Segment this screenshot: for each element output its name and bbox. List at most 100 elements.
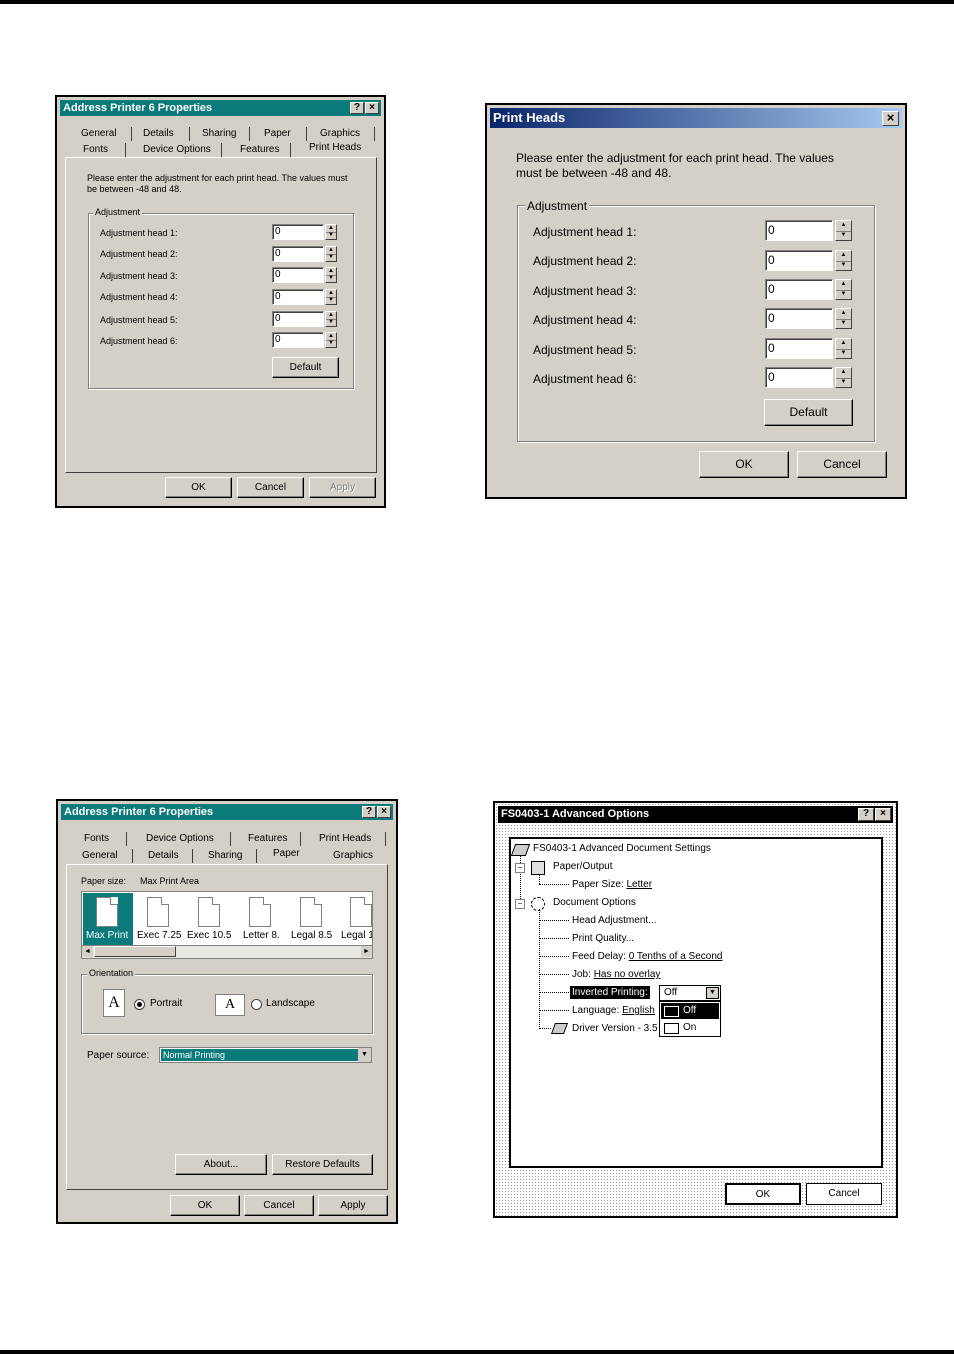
tab-print-heads[interactable]: Print Heads	[319, 832, 386, 846]
tree-head-adjustment[interactable]: Head Adjustment...	[572, 915, 657, 926]
help-button[interactable]: ?	[858, 808, 874, 821]
restore-defaults-button[interactable]: Restore Defaults	[272, 1154, 373, 1175]
head5-spinner[interactable]: ▲ ▼	[835, 338, 852, 359]
tree-inverted-printing[interactable]: Inverted Printing:	[570, 986, 650, 999]
tab-general[interactable]: General	[82, 849, 133, 863]
cancel-button[interactable]: Cancel	[244, 1195, 314, 1216]
landscape-radio[interactable]	[251, 999, 262, 1010]
spin-down-icon[interactable]: ▼	[836, 261, 851, 271]
paper-size-value[interactable]: Letter	[626, 879, 652, 890]
close-button[interactable]: ×	[365, 102, 379, 114]
close-button[interactable]: ×	[377, 806, 391, 818]
language-value[interactable]: English	[622, 1005, 655, 1016]
cancel-button[interactable]: Cancel	[797, 451, 887, 478]
head3-spinner[interactable]: ▲ ▼	[835, 279, 852, 300]
spin-down-icon[interactable]: ▼	[836, 290, 851, 300]
tab-details[interactable]: Details	[148, 849, 193, 863]
spin-down-icon[interactable]: ▼	[326, 340, 336, 347]
default-button[interactable]: Default	[764, 399, 853, 426]
head4-input[interactable]: 0	[765, 308, 833, 329]
option-off[interactable]: Off	[661, 1003, 719, 1019]
tree-feed-delay[interactable]: Feed Delay: 0 Tenths of a Second	[572, 951, 722, 962]
portrait-radio[interactable]	[134, 999, 145, 1010]
head4-spinner[interactable]: ▲ ▼	[325, 289, 337, 305]
ok-button[interactable]: OK	[699, 451, 789, 478]
tree-paper-size[interactable]: Paper Size: Letter	[572, 879, 652, 890]
spin-down-icon[interactable]: ▼	[836, 349, 851, 359]
head4-spinner[interactable]: ▲ ▼	[835, 308, 852, 329]
tab-graphics[interactable]: Graphics	[320, 127, 375, 141]
ok-button[interactable]: OK	[725, 1183, 801, 1205]
head2-spinner[interactable]: ▲ ▼	[325, 246, 337, 262]
tab-paper[interactable]: Paper	[273, 847, 300, 861]
horizontal-scrollbar[interactable]: ◄ ►	[82, 945, 372, 958]
tab-features[interactable]: Features	[240, 143, 291, 157]
scroll-left-icon[interactable]: ◄	[82, 946, 93, 957]
head4-input[interactable]: 0	[272, 289, 324, 305]
tab-general[interactable]: General	[81, 127, 132, 141]
head6-input[interactable]: 0	[765, 367, 833, 388]
head6-spinner[interactable]: ▲ ▼	[325, 332, 337, 348]
ok-button[interactable]: OK	[165, 477, 232, 498]
spin-down-icon[interactable]: ▼	[326, 297, 336, 304]
apply-button[interactable]: Apply	[309, 477, 376, 498]
help-button[interactable]: ?	[350, 102, 364, 114]
tree-paper-output[interactable]: Paper/Output	[553, 861, 612, 872]
tab-details[interactable]: Details	[143, 127, 190, 141]
tab-graphics[interactable]: Graphics	[333, 849, 373, 863]
tree-job[interactable]: Job: Has no overlay	[572, 969, 660, 980]
apply-button[interactable]: Apply	[318, 1195, 388, 1216]
chevron-down-icon[interactable]: ▼	[706, 987, 719, 999]
paper-item-label[interactable]: Legal 8.5	[291, 930, 332, 941]
head5-input[interactable]: 0	[272, 311, 324, 327]
head1-input[interactable]: 0	[272, 224, 324, 240]
tab-fonts[interactable]: Fonts	[84, 832, 127, 846]
scroll-thumb[interactable]	[94, 946, 176, 957]
about-button[interactable]: About...	[175, 1154, 267, 1175]
collapse-icon[interactable]: −	[515, 863, 525, 873]
head1-spinner[interactable]: ▲ ▼	[835, 220, 852, 241]
spin-down-icon[interactable]: ▼	[326, 319, 336, 326]
tree-print-quality[interactable]: Print Quality...	[572, 933, 634, 944]
head2-spinner[interactable]: ▲ ▼	[835, 250, 852, 271]
tab-device-options[interactable]: Device Options	[143, 143, 222, 157]
head5-input[interactable]: 0	[765, 338, 833, 359]
help-button[interactable]: ?	[362, 806, 376, 818]
settings-tree[interactable]: FS0403-1 Advanced Document Settings − Pa…	[509, 837, 883, 1168]
spin-down-icon[interactable]: ▼	[326, 254, 336, 261]
head1-input[interactable]: 0	[765, 220, 833, 241]
head3-input[interactable]: 0	[272, 267, 324, 283]
paper-item-label[interactable]: Exec 7.25	[137, 930, 181, 941]
paper-list[interactable]: Max Print Exec 7.25 Exec 10.5 Letter 8. …	[81, 891, 373, 959]
close-button[interactable]: ×	[875, 808, 891, 821]
cancel-button[interactable]: Cancel	[237, 477, 304, 498]
tab-sharing[interactable]: Sharing	[208, 849, 257, 863]
collapse-icon[interactable]: −	[515, 899, 525, 909]
feed-delay-value[interactable]: 0 Tenths of a Second	[629, 951, 723, 962]
option-on[interactable]: On	[661, 1020, 719, 1036]
tree-language[interactable]: Language: English	[572, 1005, 655, 1016]
cancel-button[interactable]: Cancel	[806, 1183, 882, 1205]
chevron-down-icon[interactable]: ▼	[358, 1048, 371, 1062]
inverted-printing-select[interactable]: Off ▼	[659, 985, 721, 1001]
head3-spinner[interactable]: ▲ ▼	[325, 267, 337, 283]
default-button[interactable]: Default	[272, 357, 339, 378]
spin-down-icon[interactable]: ▼	[326, 232, 336, 239]
close-button[interactable]: ×	[882, 111, 899, 126]
head6-spinner[interactable]: ▲ ▼	[835, 367, 852, 388]
spin-down-icon[interactable]: ▼	[836, 231, 851, 241]
ok-button[interactable]: OK	[170, 1195, 240, 1216]
tree-document-options[interactable]: Document Options	[553, 897, 636, 908]
head6-input[interactable]: 0	[272, 332, 324, 348]
tab-device-options[interactable]: Device Options	[146, 832, 231, 846]
paper-item-label[interactable]: Exec 10.5	[187, 930, 231, 941]
tab-paper[interactable]: Paper	[264, 127, 307, 141]
paper-item-label[interactable]: Letter 8.	[243, 930, 280, 941]
paper-item-label[interactable]: Legal 1	[341, 930, 372, 941]
head5-spinner[interactable]: ▲ ▼	[325, 311, 337, 327]
spin-down-icon[interactable]: ▼	[326, 275, 336, 282]
job-value[interactable]: Has no overlay	[594, 969, 661, 980]
head2-input[interactable]: 0	[272, 246, 324, 262]
tab-sharing[interactable]: Sharing	[202, 127, 250, 141]
tree-root[interactable]: FS0403-1 Advanced Document Settings	[533, 843, 711, 854]
